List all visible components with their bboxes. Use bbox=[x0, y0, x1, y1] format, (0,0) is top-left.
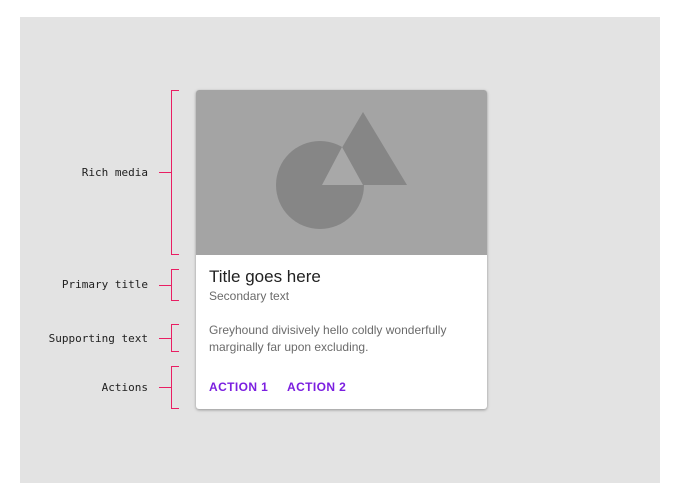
card: Title goes here Secondary text Greyhound… bbox=[196, 90, 487, 409]
tick-actions bbox=[159, 387, 171, 388]
shapes-placeholder-icon bbox=[276, 112, 407, 229]
tick-rich-media bbox=[159, 172, 171, 173]
bracket-primary-title bbox=[171, 269, 179, 301]
action-2-button[interactable]: ACTION 2 bbox=[287, 380, 346, 394]
card-supporting-text: Greyhound divisively hello coldly wonder… bbox=[209, 323, 447, 354]
label-actions: Actions bbox=[101, 381, 148, 394]
card-media bbox=[196, 90, 487, 255]
label-rich-media: Rich media bbox=[81, 166, 148, 179]
bracket-rich-media bbox=[171, 90, 179, 255]
label-primary-title: Primary title bbox=[61, 278, 148, 291]
card-secondary-text: Secondary text bbox=[209, 289, 290, 303]
tick-primary-title bbox=[159, 285, 171, 286]
bracket-actions bbox=[171, 366, 179, 409]
tick-supporting-text bbox=[159, 338, 171, 339]
bracket-supporting-text bbox=[171, 324, 179, 352]
card-title: Title goes here bbox=[209, 267, 321, 286]
action-1-button[interactable]: ACTION 1 bbox=[209, 380, 268, 394]
label-supporting-text: Supporting text bbox=[48, 332, 148, 345]
